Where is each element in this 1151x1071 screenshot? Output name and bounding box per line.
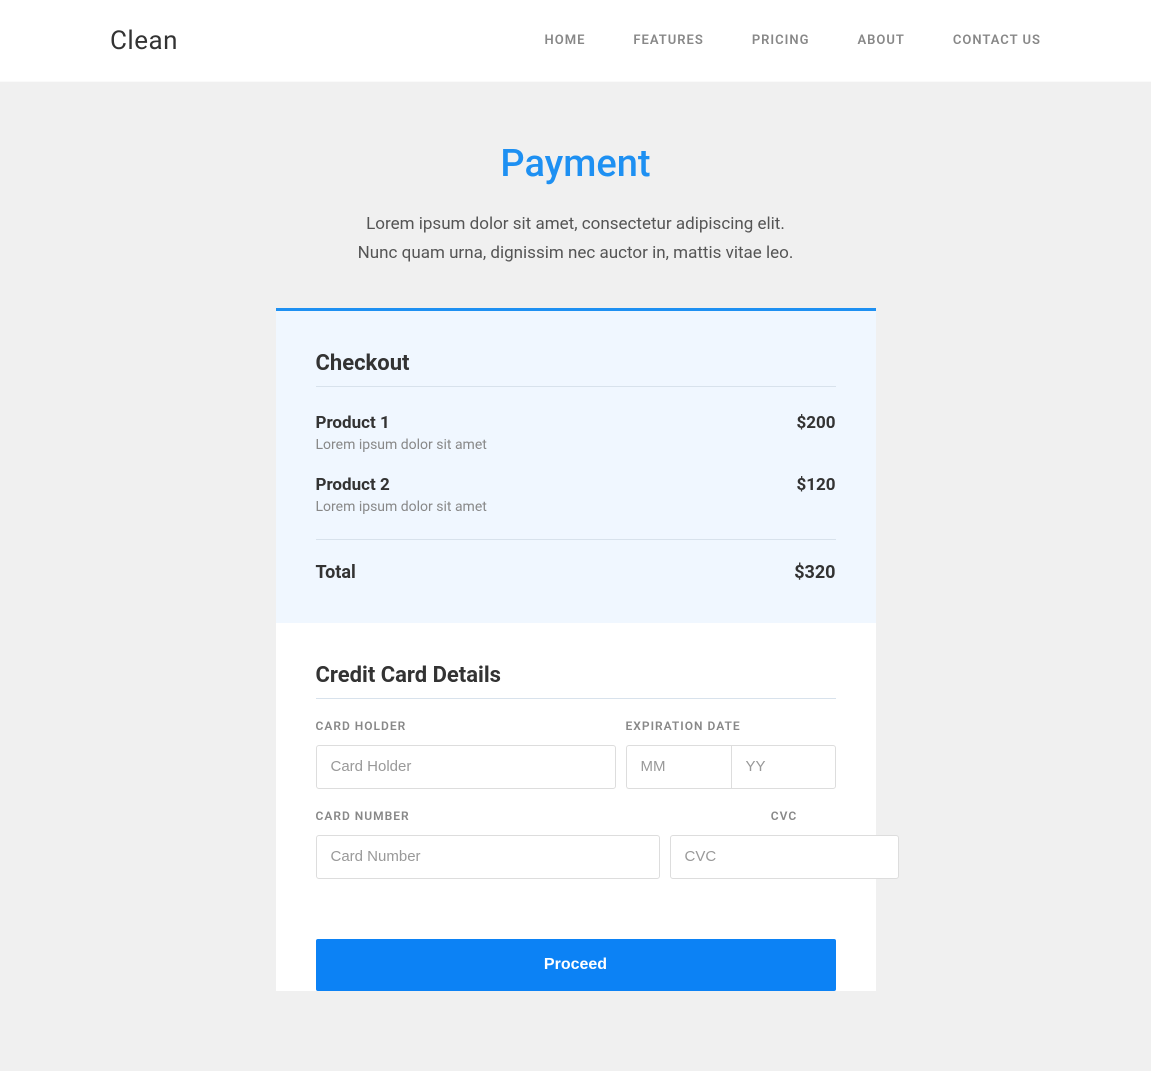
page-body: Payment Lorem ipsum dolor sit amet, cons… <box>0 82 1151 1071</box>
expiration-label: EXPIRATION DATE <box>626 719 836 733</box>
checkout-heading: Checkout <box>316 351 836 387</box>
brand-logo[interactable]: Clean <box>110 26 178 56</box>
nav-about[interactable]: ABOUT <box>857 33 904 48</box>
total-label: Total <box>316 562 356 583</box>
item-name: Product 1 <box>316 413 487 433</box>
card-number-input[interactable] <box>316 835 660 879</box>
line-item: Product 2 Lorem ipsum dolor sit amet $12… <box>316 469 836 531</box>
page-subtitle: Lorem ipsum dolor sit amet, consectetur … <box>356 210 796 268</box>
card-holder-label: CARD HOLDER <box>316 719 616 733</box>
nav-features[interactable]: FEATURES <box>633 33 703 48</box>
item-price: $120 <box>796 475 835 495</box>
credit-card-section: Credit Card Details CARD HOLDER EXPIRATI… <box>276 623 876 919</box>
item-price: $200 <box>796 413 835 433</box>
main-nav: HOME FEATURES PRICING ABOUT CONTACT US <box>545 33 1041 48</box>
header: Clean HOME FEATURES PRICING ABOUT CONTAC… <box>0 0 1151 82</box>
item-name: Product 2 <box>316 475 487 495</box>
card-holder-input[interactable] <box>316 745 616 789</box>
cc-heading: Credit Card Details <box>316 663 836 699</box>
payment-card: Checkout Product 1 Lorem ipsum dolor sit… <box>276 308 876 991</box>
item-desc: Lorem ipsum dolor sit amet <box>316 499 487 515</box>
nav-pricing[interactable]: PRICING <box>752 33 810 48</box>
nav-home[interactable]: HOME <box>545 33 586 48</box>
checkout-section: Checkout Product 1 Lorem ipsum dolor sit… <box>276 311 876 623</box>
page-title: Payment <box>0 142 1151 186</box>
card-number-label: CARD NUMBER <box>316 809 660 823</box>
line-item: Product 1 Lorem ipsum dolor sit amet $20… <box>316 407 836 469</box>
proceed-button[interactable]: Proceed <box>316 939 836 991</box>
expiry-month-input[interactable] <box>626 745 731 789</box>
cvc-input[interactable] <box>670 835 899 879</box>
proceed-row: Proceed <box>276 919 876 991</box>
cvc-label: CVC <box>670 809 899 823</box>
nav-contact[interactable]: CONTACT US <box>953 33 1041 48</box>
expiry-year-input[interactable] <box>731 745 836 789</box>
total-value: $320 <box>794 562 835 583</box>
item-desc: Lorem ipsum dolor sit amet <box>316 437 487 453</box>
total-row: Total $320 <box>316 539 836 583</box>
